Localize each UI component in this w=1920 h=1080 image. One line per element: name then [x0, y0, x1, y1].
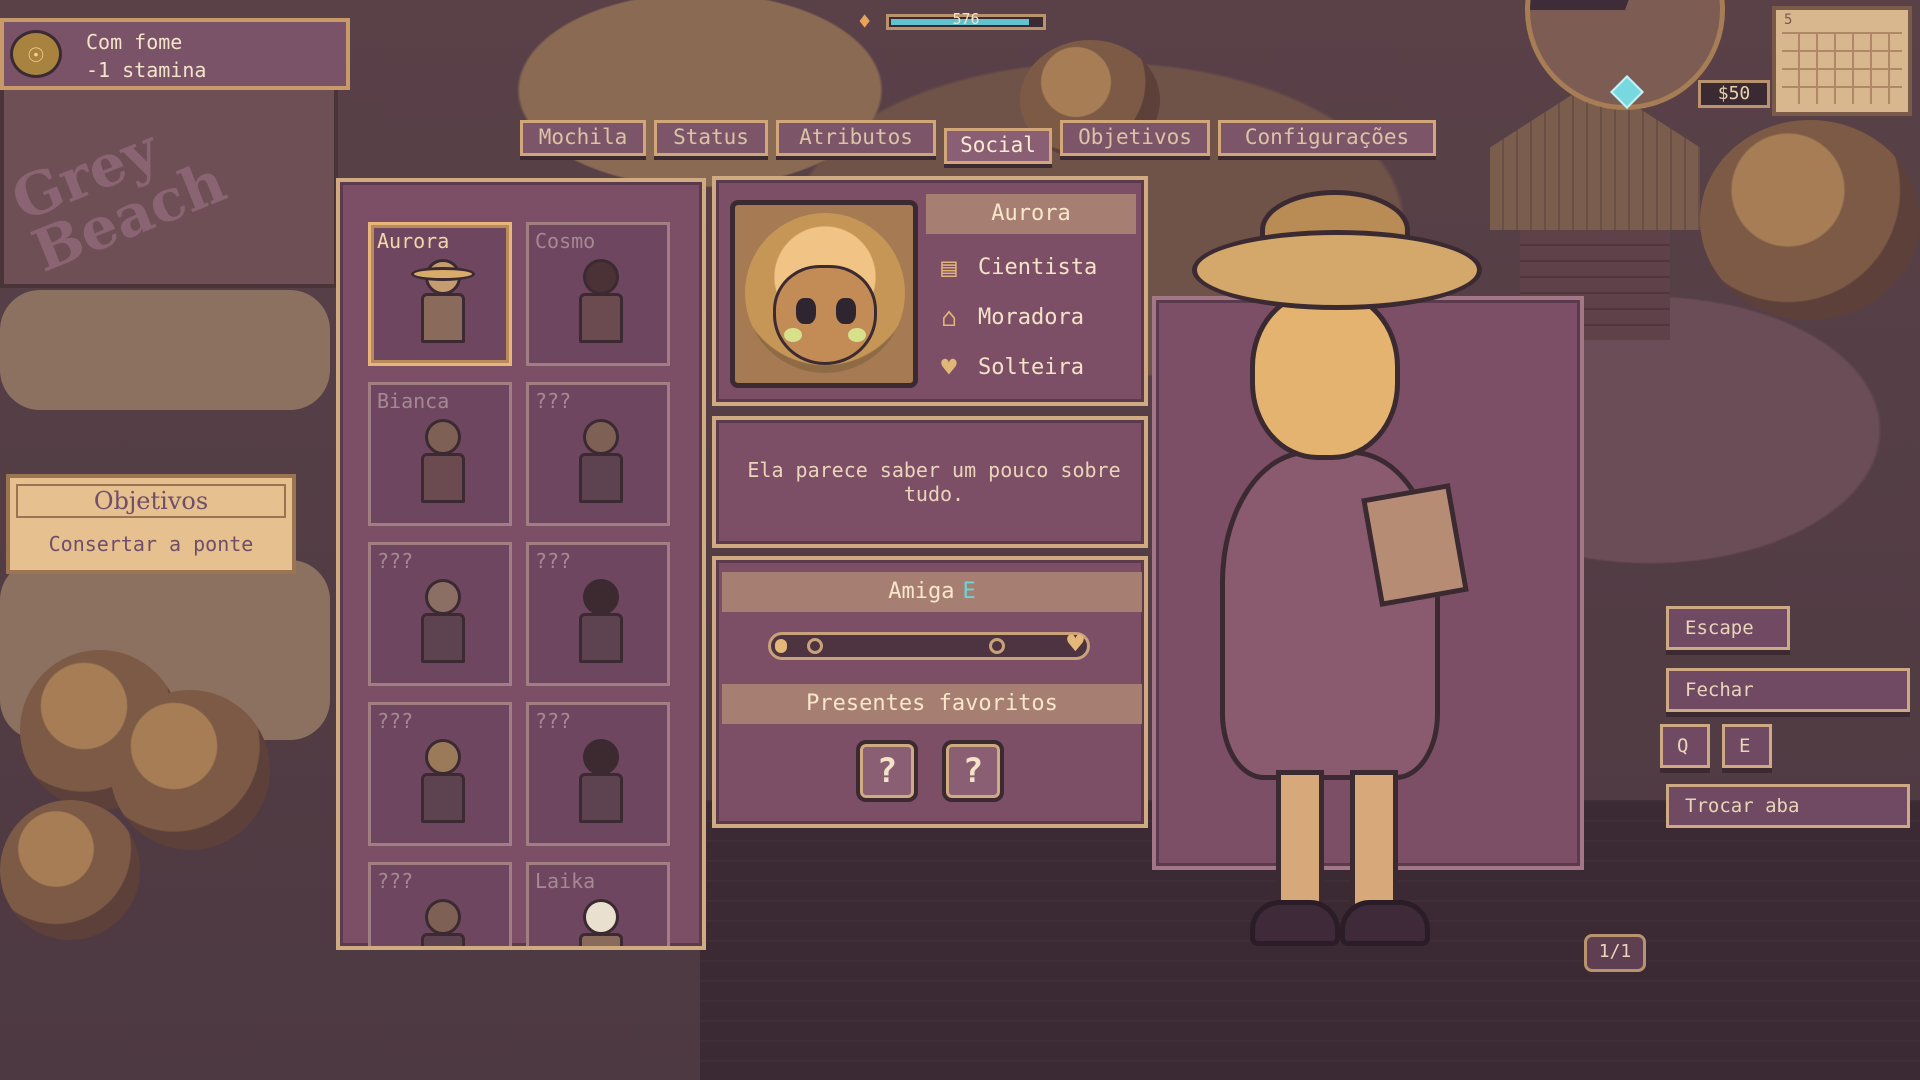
tree: [110, 690, 270, 850]
character-relationship-status: ♥ Solteira: [932, 350, 1084, 386]
friendship-milestone: [989, 638, 1005, 654]
favorite-gifts-header: Presentes favoritos: [722, 684, 1142, 724]
character-occupation: ▤ Cientista: [932, 250, 1097, 286]
character-sprite: [415, 739, 471, 831]
q-key-button[interactable]: Q: [1660, 724, 1710, 768]
character-card-unknown[interactable]: ???: [526, 702, 670, 846]
character-sprite: [573, 579, 629, 671]
character-name: ???: [377, 869, 414, 893]
relationship-grade: E: [962, 579, 976, 604]
tab-objetivos[interactable]: Objetivos: [1060, 120, 1210, 156]
character-sprite: [573, 419, 629, 511]
relationship-label: Amiga: [888, 579, 955, 604]
heart-icon: ♥: [941, 353, 957, 383]
house-icon: ⌂: [941, 303, 957, 333]
character-list-panel[interactable]: Aurora Cosmo Bianca ??? ??? ??? ??? ???: [336, 178, 706, 950]
character-hat-brim: [1192, 230, 1482, 310]
character-shoe: [1250, 900, 1340, 946]
character-portrait: [730, 200, 918, 388]
character-name: ???: [535, 709, 572, 733]
character-card-cosmo[interactable]: Cosmo: [526, 222, 670, 366]
tab-atributos[interactable]: Atributos: [776, 120, 936, 156]
stamina-value: 576: [952, 10, 980, 28]
favorite-gift-slot[interactable]: ?: [942, 740, 1004, 802]
character-full-art: [1180, 190, 1540, 960]
location-sign-text: Grey Beach: [2, 115, 235, 286]
relationship-panel: Amiga E ♥ Presentes favoritos ? ?: [712, 556, 1148, 828]
calendar[interactable]: 5: [1772, 6, 1912, 116]
character-residence: ⌂ Moradora: [932, 300, 1084, 336]
character-profile-name: Aurora: [926, 194, 1136, 234]
stomach-icon: ☉: [10, 30, 62, 78]
tree: [1700, 120, 1920, 320]
tab-status[interactable]: Status: [654, 120, 768, 156]
favorite-gift-slot[interactable]: ?: [856, 740, 918, 802]
heart-icon: ♥: [1067, 627, 1084, 660]
residence-label: Moradora: [978, 305, 1084, 330]
character-card-unknown[interactable]: ???: [368, 542, 512, 686]
objectives-widget: Objetivos Consertar a ponte: [6, 474, 296, 574]
character-description: Ela parece saber um pouco sobre tudo.: [747, 458, 1121, 506]
calendar-day: 5: [1784, 12, 1793, 28]
character-sprite: [415, 579, 471, 671]
character-name: ???: [535, 389, 572, 413]
character-card-aurora[interactable]: Aurora: [368, 222, 512, 366]
money-counter: $50: [1698, 80, 1770, 108]
character-card-unknown[interactable]: ???: [368, 862, 512, 946]
location-sign: Grey Beach: [0, 80, 338, 288]
character-leg: [1350, 770, 1398, 920]
character-sprite: [573, 259, 629, 351]
character-card-laika[interactable]: Laika: [526, 862, 670, 946]
character-name: Aurora: [377, 229, 450, 253]
occupation-label: Cientista: [978, 255, 1098, 280]
stamina-drop-icon: ♦: [858, 10, 872, 35]
switch-tab-button[interactable]: Trocar aba: [1666, 784, 1910, 828]
tab-social[interactable]: Social: [944, 128, 1052, 164]
objective-item: Consertar a ponte: [48, 532, 254, 556]
scroll-icon: ▤: [941, 253, 957, 283]
relationship-header: Amiga E: [722, 572, 1142, 612]
character-name: ???: [377, 709, 414, 733]
stamina-meter: ♦ 576: [858, 10, 1048, 36]
character-sprite: [415, 899, 471, 946]
character-name: Laika: [535, 869, 596, 893]
character-name: Bianca: [377, 389, 450, 413]
tab-configuracoes[interactable]: Configurações: [1218, 120, 1436, 156]
character-sprite: [573, 899, 629, 946]
status-effect-detail: -1 stamina: [86, 58, 207, 82]
character-sprite: [415, 419, 471, 511]
character-sprite: [411, 259, 475, 351]
character-shoe: [1340, 900, 1430, 946]
character-sprite: [573, 739, 629, 831]
tab-mochila[interactable]: Mochila: [520, 120, 646, 156]
page-indicator: 1/1: [1584, 934, 1646, 972]
day-clock: [1525, 0, 1725, 110]
friendship-milestone: [807, 638, 823, 654]
sand-patch: [0, 290, 330, 410]
status-effect-title: Com fome: [86, 30, 183, 54]
character-card-unknown[interactable]: ???: [526, 382, 670, 526]
close-button[interactable]: Fechar: [1666, 668, 1910, 712]
friendship-bar: ♥: [768, 627, 1090, 660]
character-card-bianca[interactable]: Bianca: [368, 382, 512, 526]
book-icon: [1361, 483, 1469, 607]
character-name: ???: [535, 549, 572, 573]
objectives-title: Objetivos: [16, 484, 286, 518]
character-card-unknown[interactable]: ???: [368, 702, 512, 846]
friendship-bar-fill: [775, 639, 787, 653]
character-head: [1250, 290, 1400, 460]
character-name: ???: [377, 549, 414, 573]
character-description-panel: Ela parece saber um pouco sobre tudo.: [712, 416, 1148, 548]
escape-key-button[interactable]: Escape: [1666, 606, 1790, 650]
calendar-grid: [1782, 32, 1902, 104]
status-effect-box: ☉ Com fome -1 stamina: [0, 18, 350, 90]
relationship-status-label: Solteira: [978, 355, 1084, 380]
character-name: Cosmo: [535, 229, 596, 253]
tree: [0, 800, 140, 940]
character-leg: [1276, 770, 1324, 920]
character-profile-panel: Aurora ▤ Cientista ⌂ Moradora ♥ Solteira: [712, 176, 1148, 406]
character-card-unknown[interactable]: ???: [526, 542, 670, 686]
e-key-button[interactable]: E: [1722, 724, 1772, 768]
